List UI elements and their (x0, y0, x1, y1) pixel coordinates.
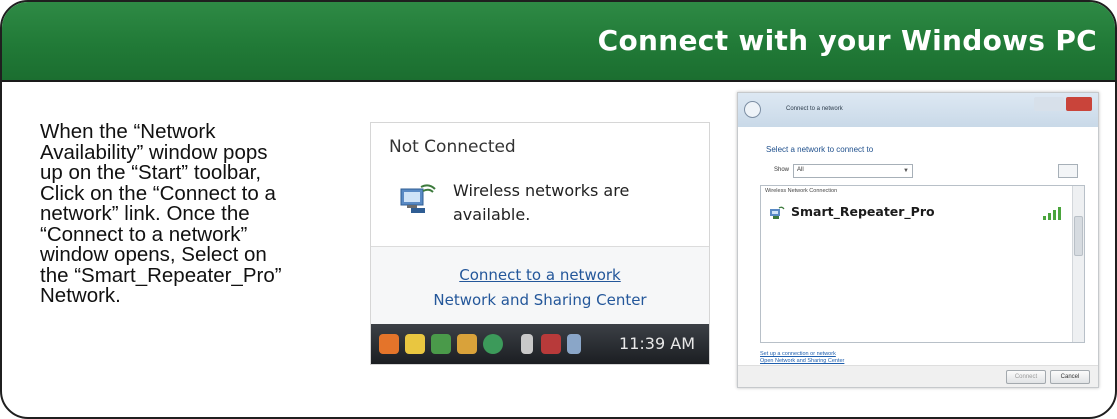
network-list: Wireless Network Connection Smart_Repeat… (760, 185, 1085, 343)
taskbar: 11:39 AM (371, 324, 709, 364)
window-controls (1034, 97, 1092, 111)
signal-strength-icon (1043, 207, 1061, 220)
wifi-status-icon[interactable] (541, 334, 561, 354)
scrollbar-thumb[interactable] (1074, 216, 1083, 256)
list-scrollbar[interactable] (1072, 186, 1084, 342)
sync-tray-icon[interactable] (483, 334, 503, 354)
setup-connection-link[interactable]: Set up a connection or network (760, 351, 836, 357)
show-filter-select[interactable]: All ▼ (793, 164, 913, 178)
connect-to-network-window: Connect to a network Select a network to… (737, 92, 1099, 388)
chevron-down-icon: ▼ (903, 168, 909, 174)
back-button[interactable] (744, 101, 761, 118)
window-title: Connect to a network (786, 106, 843, 112)
window-titlebar: Connect to a network (738, 93, 1098, 127)
connect-button[interactable]: Connect (1006, 370, 1046, 384)
network-availability-popup: Not Connected Wireless networks are avai… (370, 122, 710, 365)
show-filter-value: All (797, 167, 804, 173)
network-sharing-center-link[interactable]: Network and Sharing Center (371, 291, 709, 309)
popup-divider (371, 246, 709, 247)
start-app-icon[interactable] (379, 334, 399, 354)
open-sharing-center-link[interactable]: Open Network and Sharing Center (760, 358, 844, 364)
header-banner: Connect with your Windows PC (2, 2, 1115, 82)
close-button[interactable] (1066, 97, 1092, 111)
network-tray-icon[interactable] (431, 334, 451, 354)
volume-icon[interactable] (567, 334, 581, 354)
shield-tray-icon[interactable] (457, 334, 477, 354)
popup-body: Not Connected Wireless networks are avai… (371, 123, 709, 246)
connection-status: Not Connected (389, 137, 516, 157)
page-title: Connect with your Windows PC (597, 24, 1097, 57)
mail-icon[interactable] (405, 334, 425, 354)
connect-to-network-link[interactable]: Connect to a network (371, 266, 709, 284)
instructions-text: When the “Network Availability” window p… (40, 120, 282, 307)
wireless-network-icon (400, 184, 436, 213)
taskbar-clock: 11:39 AM (619, 334, 695, 353)
network-item-name[interactable]: Smart_Repeater_Pro (791, 204, 935, 219)
device-tray-icon[interactable] (521, 334, 533, 354)
minimize-maximize-buttons[interactable] (1034, 97, 1064, 111)
list-group-header: Wireless Network Connection (765, 188, 838, 194)
show-label: Show (774, 167, 790, 173)
network-item-icon (770, 206, 785, 219)
popup-message: Wireless networks are available. (453, 181, 630, 224)
window-footer: Connect Cancel (738, 365, 1098, 387)
cancel-button[interactable]: Cancel (1050, 370, 1090, 384)
refresh-button[interactable] (1058, 164, 1078, 178)
window-heading: Select a network to connect to (766, 145, 874, 154)
connect-pc-card: Connect with your Windows PC When the “N… (0, 0, 1117, 419)
